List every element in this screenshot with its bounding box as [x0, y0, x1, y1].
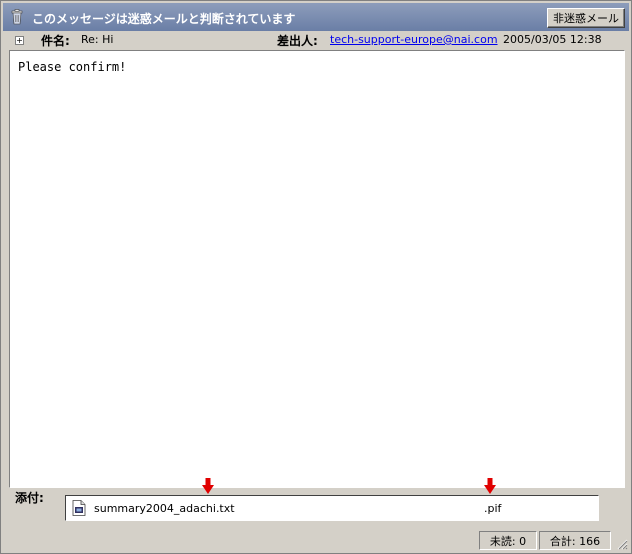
- attachments-label: 添付:: [15, 491, 44, 505]
- junk-trash-icon: [11, 9, 23, 25]
- subject-label: 件名:: [41, 34, 70, 48]
- message-header: + 件名: Re: Hi 差出人: tech-support-europe@na…: [3, 31, 629, 49]
- junk-banner-title: このメッセージは迷惑メールと判断されています: [32, 12, 296, 26]
- message-body[interactable]: Please confirm!: [9, 50, 625, 488]
- expand-header-icon[interactable]: +: [15, 36, 24, 45]
- message-window: このメッセージは迷惑メールと判断されています 非迷惑メール + 件名: Re: …: [0, 0, 632, 554]
- from-label: 差出人:: [277, 34, 318, 48]
- message-text: Please confirm!: [18, 60, 127, 74]
- unread-count: 未読: 0: [479, 531, 537, 550]
- from-link[interactable]: tech-support-europe@nai.com: [330, 33, 498, 46]
- total-count: 合計: 166: [539, 531, 611, 550]
- attachment-list: summary2004_adachi.txt .pif: [65, 495, 599, 521]
- subject-value: Re: Hi: [81, 33, 114, 46]
- resize-grip-icon[interactable]: [616, 538, 628, 550]
- arrow-down-icon: [484, 478, 496, 494]
- attachment-filename[interactable]: summary2004_adachi.txt: [94, 502, 235, 515]
- attachment-hidden-extension: .pif: [484, 502, 502, 515]
- junk-banner: このメッセージは迷惑メールと判断されています 非迷惑メール: [3, 3, 629, 31]
- arrow-down-icon: [202, 478, 214, 494]
- status-bar: 未読: 0 合計: 166: [3, 529, 629, 551]
- file-icon[interactable]: [72, 500, 86, 516]
- not-junk-button[interactable]: 非迷惑メール: [547, 8, 625, 28]
- date-value: 2005/03/05 12:38: [503, 33, 602, 46]
